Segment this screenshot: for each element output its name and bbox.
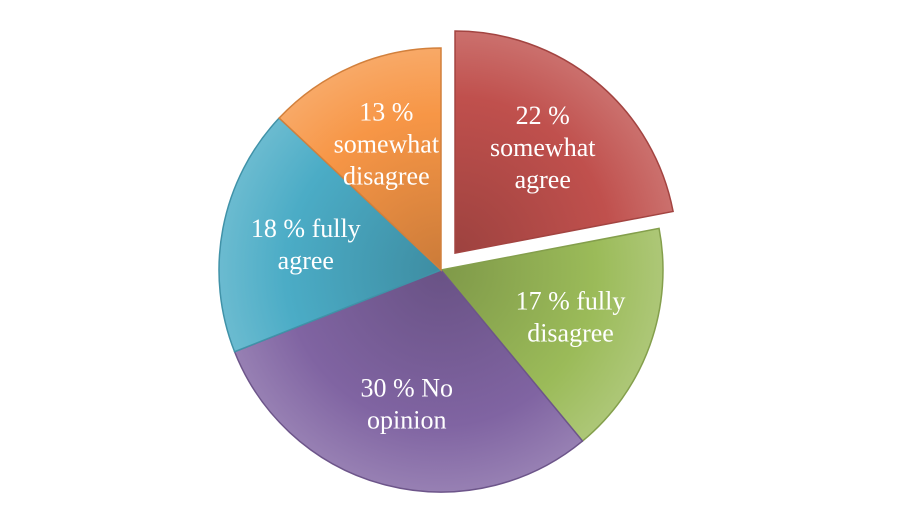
pie-chart: 22 % somewhat agree17 % fully disagree30 % … (218, 30, 674, 493)
